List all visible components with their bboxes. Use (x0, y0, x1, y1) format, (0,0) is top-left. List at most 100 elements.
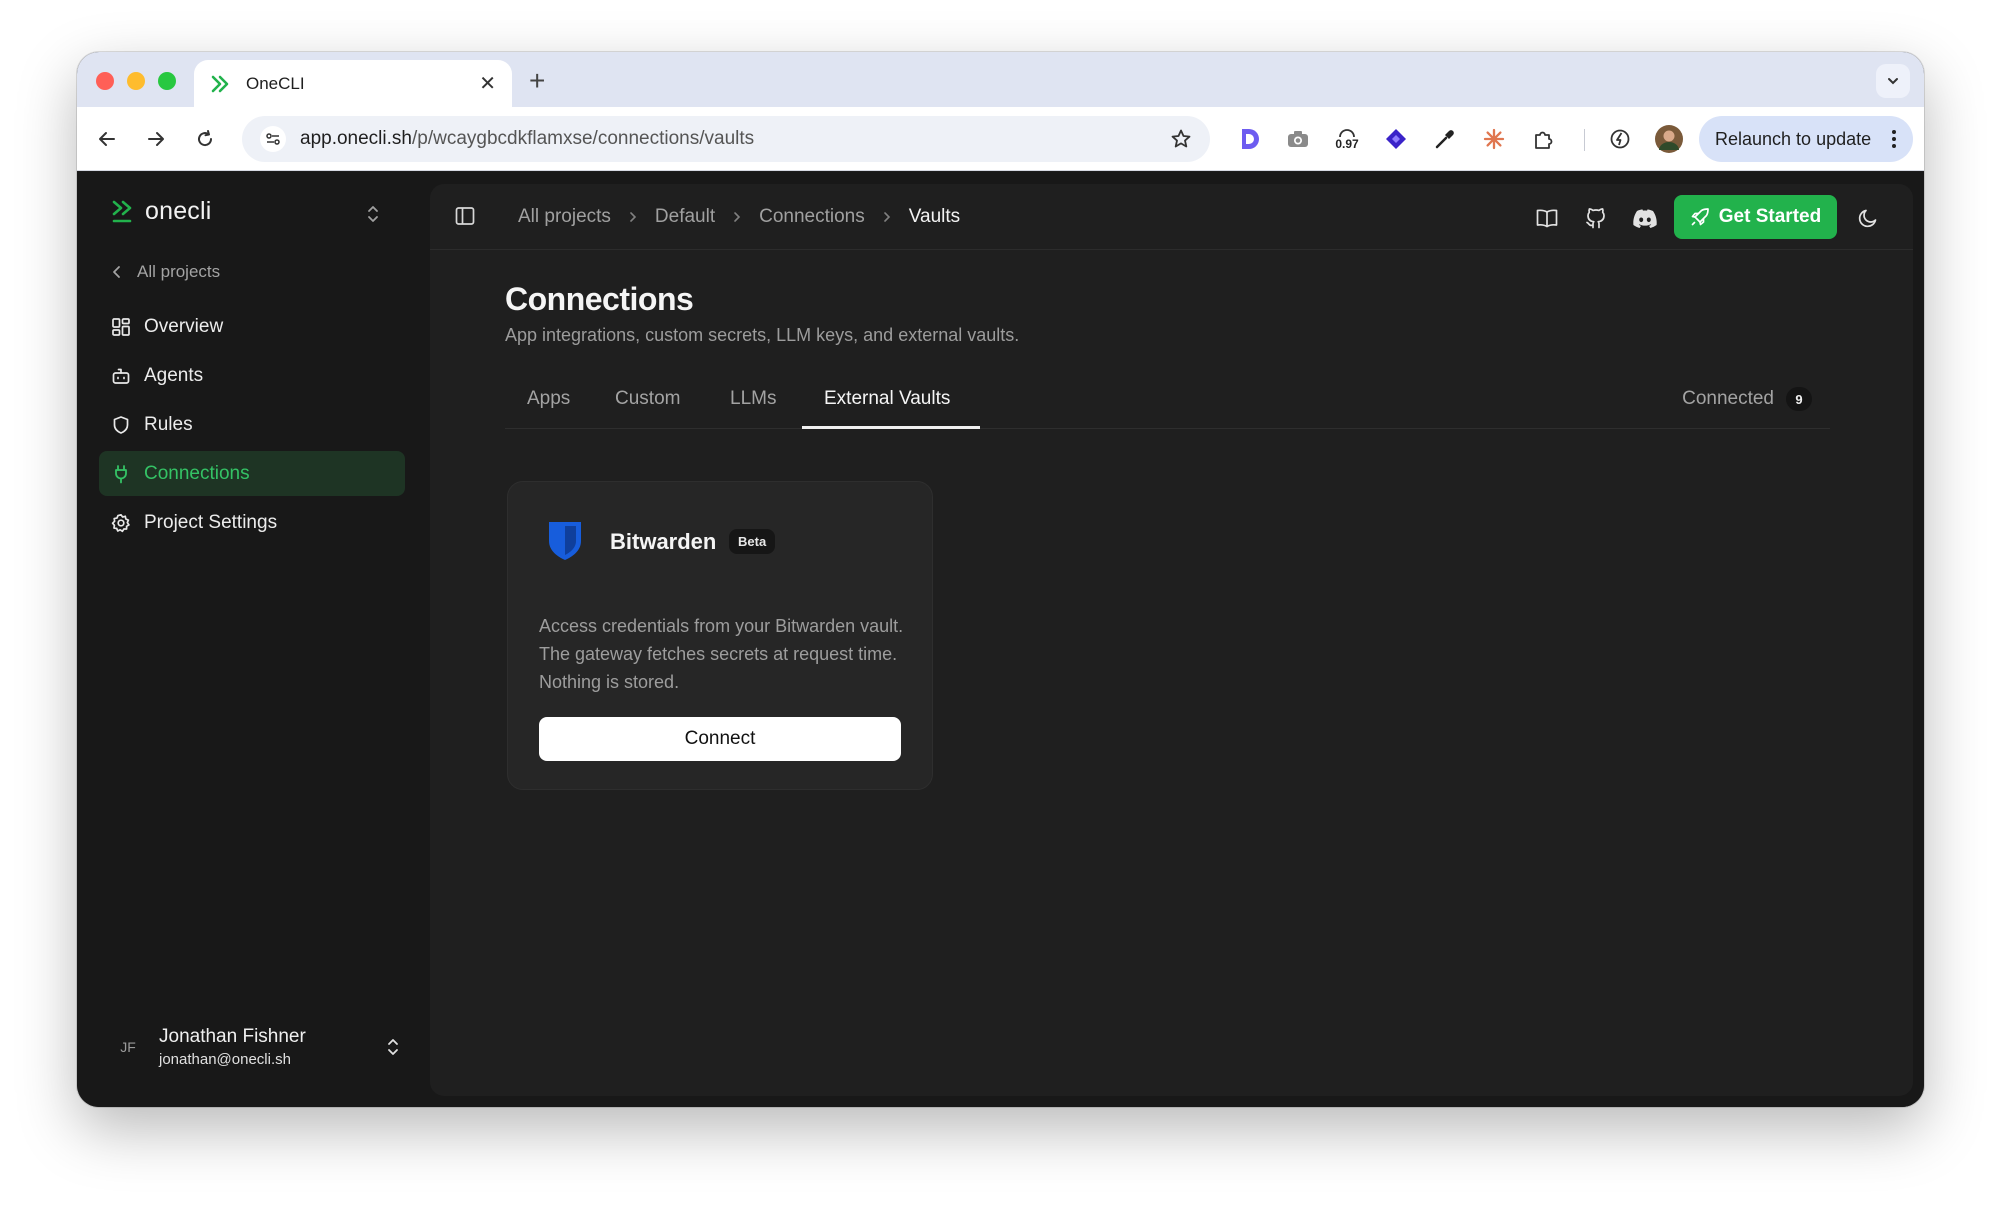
connect-button[interactable]: Connect (539, 717, 901, 761)
vault-description: Access credentials from your Bitwarden v… (539, 616, 904, 692)
tab-search-button[interactable] (1876, 64, 1910, 98)
brand-name: onecli (145, 196, 212, 225)
url-text: app.onecli.sh/p/wcaygbcdkflamxse/connect… (300, 128, 1170, 150)
speed-extension-icon[interactable]: 0.97 (1332, 124, 1362, 154)
breadcrumb-vaults: Vaults (908, 206, 961, 227)
app-root: onecli All projects Overview Agents Rule… (77, 172, 1924, 1107)
tab-strip: OneCLI ✕ + (77, 52, 1924, 107)
maximize-window-button[interactable] (158, 72, 176, 90)
claude-extension-icon[interactable] (1479, 124, 1509, 154)
camera-extension-icon[interactable] (1283, 124, 1313, 154)
get-started-label: Get Started (1718, 206, 1822, 227)
bookmark-star-icon[interactable] (1170, 128, 1192, 150)
sidebar-item-overview[interactable]: Overview (99, 304, 405, 349)
eyedropper-extension-icon[interactable] (1430, 124, 1460, 154)
vault-name: Bitwarden (610, 529, 717, 554)
all-projects-label: All projects (137, 262, 221, 281)
more-vertical-icon (1892, 130, 1896, 148)
grid-icon (110, 316, 132, 338)
page-title: Connections (505, 281, 694, 317)
arrow-right-icon (148, 132, 164, 146)
address-bar[interactable]: app.onecli.sh/p/wcaygbcdkflamxse/connect… (242, 116, 1210, 162)
breadcrumb: All projects Default Connections Vaults (518, 206, 960, 228)
back-button[interactable] (93, 125, 121, 153)
brand-logo[interactable]: onecli (111, 196, 212, 226)
all-projects-link[interactable]: All projects (111, 262, 220, 282)
connected-filter[interactable]: Connected 9 (1682, 387, 1812, 411)
connected-count-badge: 9 (1786, 387, 1812, 411)
new-tab-button[interactable]: + (529, 65, 545, 97)
diamond-extension-icon[interactable] (1381, 124, 1411, 154)
close-window-button[interactable] (96, 72, 114, 90)
chevron-left-icon (113, 266, 120, 278)
page-subtitle: App integrations, custom secrets, LLM ke… (505, 325, 1020, 345)
sidebar-toggle-button[interactable] (454, 205, 476, 232)
browser-tab[interactable]: OneCLI ✕ (194, 60, 512, 107)
sidebar-item-agents[interactable]: Agents (99, 353, 405, 398)
breadcrumb-all-projects[interactable]: All projects (518, 206, 611, 228)
sidebar-item-label: Overview (144, 315, 224, 337)
chevron-right-icon (882, 210, 892, 224)
docs-book-icon[interactable] (1534, 205, 1560, 231)
sidebar-item-label: Project Settings (144, 511, 278, 533)
sidebar-item-label: Agents (144, 364, 204, 386)
chevron-right-icon (628, 210, 638, 224)
breadcrumb-default[interactable]: Default (655, 206, 715, 228)
discord-icon[interactable] (1632, 205, 1658, 231)
chevron-down-icon (1888, 78, 1898, 85)
performance-icon[interactable] (1605, 124, 1635, 154)
user-avatar: JF (120, 1039, 136, 1055)
tab-llms[interactable]: LLMs (730, 388, 776, 410)
extension-d-icon[interactable] (1234, 124, 1264, 154)
sidebar-item-connections[interactable]: Connections (99, 451, 405, 496)
beta-badge: Beta (729, 529, 776, 554)
connections-tabs: Apps Custom LLMs External Vaults Connect… (505, 372, 1830, 429)
browser-toolbar: app.onecli.sh/p/wcaygbcdkflamxse/connect… (77, 107, 1924, 171)
bot-icon (110, 365, 132, 387)
close-tab-icon[interactable]: ✕ (479, 71, 496, 96)
toolbar-divider (1584, 129, 1585, 151)
reload-icon (198, 130, 213, 147)
user-email: jonathan@onecli.sh (159, 1051, 291, 1068)
sidebar-item-label: Rules (144, 413, 193, 435)
get-started-button[interactable]: Get Started (1674, 195, 1837, 239)
active-tab-indicator (802, 426, 980, 429)
tab-title: OneCLI (246, 73, 305, 93)
reload-button[interactable] (191, 125, 219, 153)
tab-apps[interactable]: Apps (527, 388, 570, 410)
onecli-logo-icon (112, 200, 132, 223)
breadcrumb-connections[interactable]: Connections (759, 206, 865, 228)
plug-icon (110, 463, 132, 485)
site-settings-icon[interactable] (260, 126, 286, 152)
rocket-icon (1691, 208, 1709, 226)
sidebar: onecli All projects Overview Agents Rule… (77, 172, 427, 1107)
relaunch-to-update-button[interactable]: Relaunch to update (1699, 116, 1913, 162)
tab-custom[interactable]: Custom (615, 388, 680, 410)
sidebar-item-label: Connections (144, 462, 250, 484)
sidebar-item-project-settings[interactable]: Project Settings (99, 500, 405, 545)
gear-icon (110, 512, 132, 534)
forward-button[interactable] (142, 125, 170, 153)
url-path: /p/wcaygbcdkflamxse/connections/vaults (411, 128, 755, 149)
shield-icon (110, 414, 132, 436)
sidebar-nav: Overview Agents Rules Connections Projec… (99, 304, 405, 549)
url-host: app.onecli.sh (300, 128, 412, 149)
connected-label: Connected (1682, 388, 1774, 409)
profile-avatar[interactable] (1654, 124, 1684, 154)
extension-badge: 0.97 (1335, 137, 1359, 151)
bitwarden-logo-icon (549, 522, 581, 560)
top-bar: All projects Default Connections Vaults (430, 184, 1913, 250)
project-switcher-icon[interactable] (365, 204, 381, 229)
github-icon[interactable] (1583, 205, 1609, 231)
sidebar-toggle-icon (455, 207, 475, 225)
user-menu[interactable]: JF Jonathan Fishner jonathan@onecli.sh (111, 1022, 401, 1072)
minimize-window-button[interactable] (127, 72, 145, 90)
chevron-right-icon (732, 210, 742, 224)
browser-window: OneCLI ✕ + app.onecli.sh/p/wcaygbcdkflam… (77, 52, 1924, 1107)
arrow-left-icon (99, 132, 115, 146)
tab-external-vaults[interactable]: External Vaults (824, 388, 950, 410)
sidebar-item-rules[interactable]: Rules (99, 402, 405, 447)
extensions-puzzle-icon[interactable] (1528, 124, 1558, 154)
user-name: Jonathan Fishner (159, 1026, 306, 1047)
moon-icon[interactable] (1855, 205, 1881, 231)
